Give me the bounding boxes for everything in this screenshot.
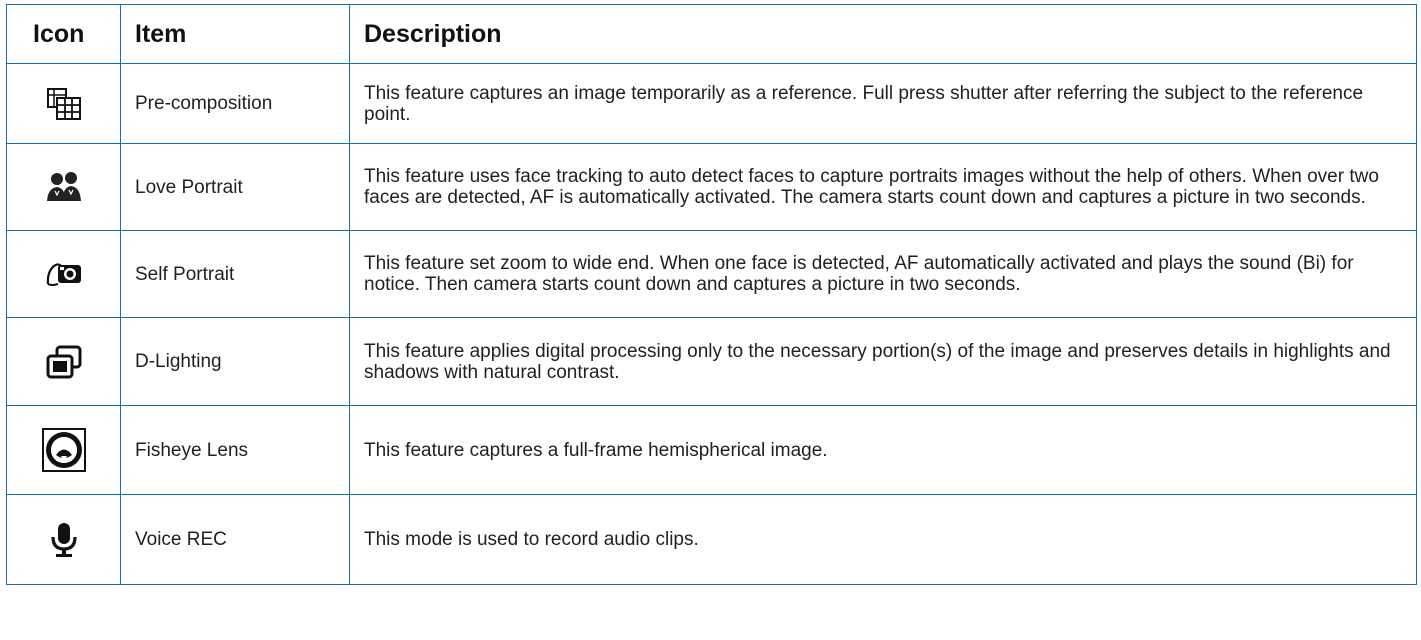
scene-mode-table: Icon Item Description Pre-composition Th… <box>6 4 1417 585</box>
icon-cell <box>6 494 121 585</box>
item-name: Love Portrait <box>120 143 350 231</box>
icon-cell <box>6 405 121 495</box>
header-item: Item <box>120 4 350 64</box>
microphone-icon <box>44 520 84 560</box>
love-portrait-icon <box>44 167 84 207</box>
item-description: This mode is used to record audio clips. <box>349 494 1417 585</box>
item-name: Self Portrait <box>120 230 350 318</box>
item-name: Pre-composition <box>120 63 350 144</box>
self-portrait-icon <box>44 254 84 294</box>
header-icon: Icon <box>6 4 121 64</box>
item-description: This feature applies digital processing … <box>349 317 1417 406</box>
table-row: Voice REC This mode is used to record au… <box>6 494 1417 585</box>
item-name: Voice REC <box>120 494 350 585</box>
icon-cell <box>6 63 121 144</box>
icon-cell <box>6 230 121 318</box>
item-description: This feature captures an image temporari… <box>349 63 1417 144</box>
item-name: D-Lighting <box>120 317 350 406</box>
table-row: D-Lighting This feature applies digital … <box>6 317 1417 406</box>
header-description: Description <box>349 4 1417 64</box>
table-row: Love Portrait This feature uses face tra… <box>6 143 1417 231</box>
table-row: Pre-composition This feature captures an… <box>6 63 1417 144</box>
item-description: This feature captures a full-frame hemis… <box>349 405 1417 495</box>
icon-cell <box>6 317 121 406</box>
icon-cell <box>6 143 121 231</box>
item-name: Fisheye Lens <box>120 405 350 495</box>
item-description: This feature set zoom to wide end. When … <box>349 230 1417 318</box>
fisheye-lens-icon <box>41 428 86 472</box>
pre-composition-icon <box>44 84 84 124</box>
table-row: Self Portrait This feature set zoom to w… <box>6 230 1417 318</box>
page: Icon Item Description Pre-composition Th… <box>0 0 1421 640</box>
d-lighting-icon <box>44 342 84 382</box>
item-description: This feature uses face tracking to auto … <box>349 143 1417 231</box>
table-header-row: Icon Item Description <box>6 4 1417 64</box>
table-row: Fisheye Lens This feature captures a ful… <box>6 405 1417 495</box>
